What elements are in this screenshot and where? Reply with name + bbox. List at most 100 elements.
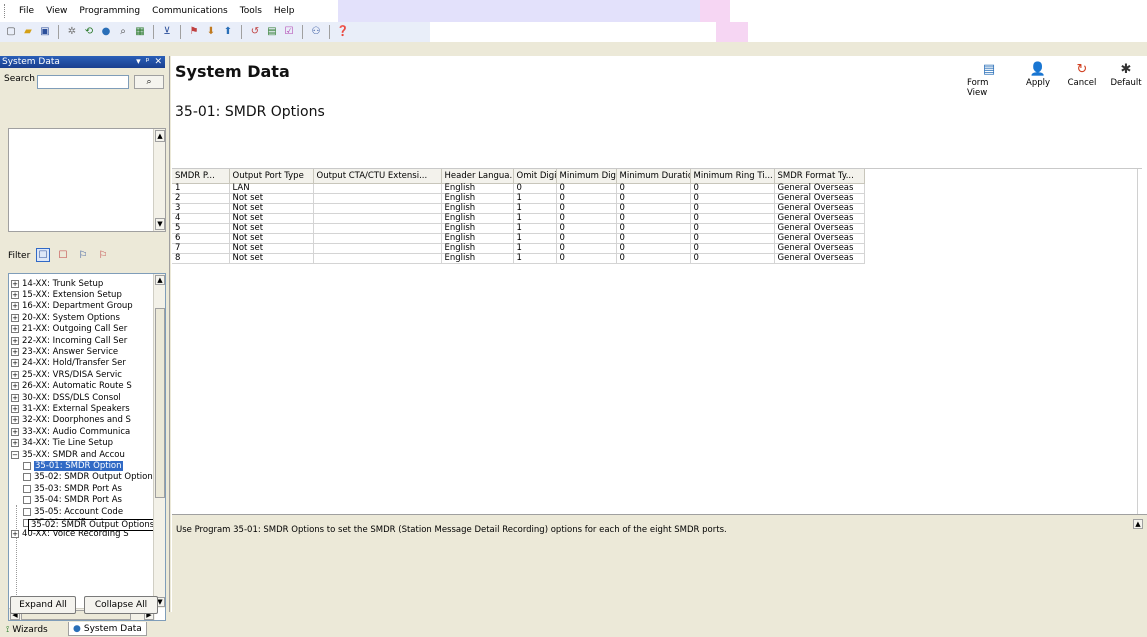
column-header[interactable]: SMDR Format Ty... bbox=[774, 169, 865, 184]
column-header[interactable]: Header Langua... bbox=[441, 169, 514, 184]
tree-item[interactable]: +31-XX: External Speakers bbox=[11, 403, 130, 414]
tree-item[interactable]: +21-XX: Outgoing Call Ser bbox=[11, 324, 127, 335]
tree-item[interactable]: +34-XX: Tie Line Setup bbox=[11, 438, 113, 449]
table-cell[interactable]: Not set bbox=[229, 223, 314, 234]
table-cell[interactable]: 0 bbox=[690, 223, 775, 234]
expand-icon[interactable]: + bbox=[11, 290, 19, 299]
tree-item[interactable]: +25-XX: VRS/DISA Servic bbox=[11, 369, 122, 380]
expand-icon[interactable]: + bbox=[11, 427, 19, 436]
table-row[interactable]: 8 Not set English 1 0 0 0 General Overseas bbox=[172, 253, 865, 264]
table-cell[interactable]: 1 bbox=[513, 243, 557, 254]
table-cell[interactable]: Not set bbox=[229, 193, 314, 204]
filter-all-icon[interactable]: ☐ bbox=[36, 248, 50, 262]
table-cell[interactable]: English bbox=[441, 253, 514, 264]
table-cell[interactable]: 0 bbox=[556, 233, 617, 244]
tree-item[interactable]: +15-XX: Extension Setup bbox=[11, 289, 122, 300]
table-cell[interactable]: Not set bbox=[229, 253, 314, 264]
expand-all-button[interactable]: Expand All bbox=[10, 596, 76, 614]
table-row[interactable]: 7 Not set English 1 0 0 0 General Overseas bbox=[172, 243, 865, 254]
expand-icon[interactable]: + bbox=[11, 393, 19, 402]
tree-vertical-scrollbar[interactable]: ▲ ▼ bbox=[153, 274, 165, 608]
expand-icon[interactable]: + bbox=[11, 279, 19, 288]
table-cell[interactable]: Not set bbox=[229, 213, 314, 224]
table-cell[interactable]: 7 bbox=[172, 243, 230, 254]
tree-item[interactable]: +26-XX: Automatic Route S bbox=[11, 381, 132, 392]
collapse-all-button[interactable]: Collapse All bbox=[84, 596, 158, 614]
table-row[interactable]: 2 Not set English 1 0 0 0 General Overseas bbox=[172, 193, 865, 204]
table-cell[interactable]: 0 bbox=[616, 253, 691, 264]
scroll-up-icon[interactable]: ▲ bbox=[155, 275, 165, 285]
table-cell[interactable]: 0 bbox=[556, 223, 617, 234]
menu-file[interactable]: File bbox=[13, 4, 40, 18]
expand-icon[interactable]: + bbox=[11, 370, 19, 379]
column-header[interactable]: Minimum Ring Ti... bbox=[690, 169, 775, 184]
expand-icon[interactable]: + bbox=[11, 416, 19, 425]
table-row[interactable]: 5 Not set English 1 0 0 0 General Overseas bbox=[172, 223, 865, 234]
expand-icon[interactable]: + bbox=[11, 382, 19, 391]
cancel-button[interactable]: ↻ Cancel bbox=[1065, 62, 1099, 98]
table-row[interactable]: 3 Not set English 1 0 0 0 General Overseas bbox=[172, 203, 865, 214]
flag-icon[interactable]: ⚑ bbox=[187, 25, 201, 39]
column-header[interactable]: Minimum Dig... bbox=[556, 169, 617, 184]
tree-item[interactable]: +24-XX: Hold/Transfer Ser bbox=[11, 358, 126, 369]
tree-item[interactable]: +30-XX: DSS/DLS Consol bbox=[11, 392, 121, 403]
table-cell[interactable]: General Overseas bbox=[774, 193, 865, 204]
expand-icon[interactable]: + bbox=[11, 404, 19, 413]
table-cell[interactable] bbox=[313, 253, 442, 264]
table-cell[interactable]: General Overseas bbox=[774, 213, 865, 224]
table-cell[interactable]: English bbox=[441, 183, 514, 194]
collapse-icon[interactable]: − bbox=[11, 450, 19, 459]
globe-icon[interactable]: ● bbox=[99, 25, 113, 39]
table-cell[interactable]: 0 bbox=[616, 223, 691, 234]
tree-child-item[interactable]: 35-02: SMDR Output Options bbox=[23, 472, 157, 483]
tree-child-item[interactable]: 35-01: SMDR Option bbox=[23, 460, 123, 471]
menu-communications[interactable]: Communications bbox=[146, 4, 234, 18]
tree-child-item[interactable]: 35-04: SMDR Port As bbox=[23, 495, 122, 506]
apply-button[interactable]: 👤 Apply bbox=[1021, 62, 1055, 98]
tree-item[interactable]: +20-XX: System Options bbox=[11, 312, 120, 323]
help-icon[interactable]: ❓ bbox=[336, 25, 350, 39]
expand-icon[interactable]: + bbox=[11, 336, 19, 345]
expand-icon[interactable]: + bbox=[11, 439, 19, 448]
table-cell[interactable]: 5 bbox=[172, 223, 230, 234]
table-cell[interactable]: 0 bbox=[616, 193, 691, 204]
refresh-icon[interactable]: ↺ bbox=[248, 25, 262, 39]
table-cell[interactable] bbox=[313, 233, 442, 244]
new-icon[interactable]: ▢ bbox=[4, 25, 18, 39]
table-cell[interactable]: 0 bbox=[690, 193, 775, 204]
table-cell[interactable]: 1 bbox=[172, 183, 230, 194]
table-cell[interactable]: 0 bbox=[690, 253, 775, 264]
table-cell[interactable]: Not set bbox=[229, 233, 314, 244]
table-cell[interactable]: 0 bbox=[616, 213, 691, 224]
table-cell[interactable]: English bbox=[441, 223, 514, 234]
tree-item[interactable]: −35-XX: SMDR and Accou bbox=[11, 449, 125, 460]
table-cell[interactable]: 1 bbox=[513, 233, 557, 244]
tree-child-item[interactable]: 35-03: SMDR Port As bbox=[23, 483, 122, 494]
check-icon[interactable]: ☑ bbox=[282, 25, 296, 39]
table-cell[interactable]: Not set bbox=[229, 243, 314, 254]
menu-view[interactable]: View bbox=[40, 4, 73, 18]
tree-item[interactable]: +32-XX: Doorphones and S bbox=[11, 415, 131, 426]
table-cell[interactable]: LAN bbox=[229, 183, 314, 194]
table-cell[interactable] bbox=[313, 183, 442, 194]
table-cell[interactable]: 1 bbox=[513, 203, 557, 214]
expand-icon[interactable]: + bbox=[11, 325, 19, 334]
table-cell[interactable]: General Overseas bbox=[774, 243, 865, 254]
filter-changed-icon[interactable]: ☐ bbox=[56, 248, 70, 262]
table-cell[interactable]: 2 bbox=[172, 193, 230, 204]
table-cell[interactable]: 0 bbox=[690, 203, 775, 214]
scroll-thumb[interactable] bbox=[155, 308, 165, 498]
table-cell[interactable]: 0 bbox=[556, 183, 617, 194]
scroll-up-icon[interactable]: ▲ bbox=[155, 130, 165, 142]
column-header[interactable]: Omit Digits bbox=[513, 169, 557, 184]
filter-flag-icon[interactable]: ⚐ bbox=[96, 248, 110, 262]
open-icon[interactable]: ▰ bbox=[21, 25, 35, 39]
panel-dropdown-icon[interactable]: ▾ bbox=[136, 57, 141, 67]
panel-close-icon[interactable]: ✕ bbox=[154, 57, 162, 67]
download-icon[interactable]: ⬇ bbox=[204, 25, 218, 39]
table-cell[interactable]: General Overseas bbox=[774, 183, 865, 194]
panel-pin-icon[interactable]: ᵖ bbox=[146, 57, 150, 67]
table-cell[interactable]: 6 bbox=[172, 233, 230, 244]
table-cell[interactable]: 0 bbox=[690, 233, 775, 244]
table-cell[interactable]: General Overseas bbox=[774, 253, 865, 264]
